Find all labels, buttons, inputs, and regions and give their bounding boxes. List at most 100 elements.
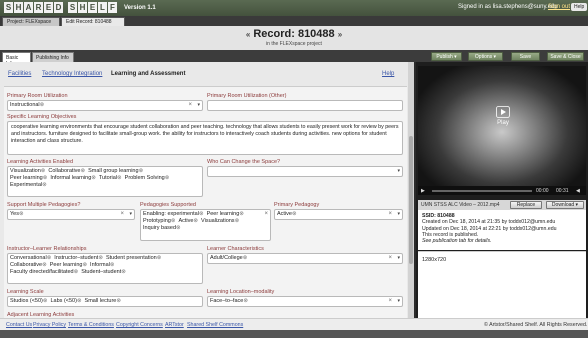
replace-button[interactable]: Replace [510,201,542,209]
section-help-link[interactable]: Help [382,71,394,77]
token-remove-icon[interactable]: ⊗ [116,298,121,304]
token-remove-icon[interactable]: ⊗ [77,298,82,304]
token: Inquiry based⊗ [143,225,181,231]
previous-record-arrow[interactable]: « [246,30,250,39]
field-label: Specific Learning Objectives [7,114,77,120]
chevron-down-icon[interactable]: ▾ [129,211,132,217]
video-preview[interactable]: Play [418,66,586,186]
footer-contact-link[interactable]: Contact Us [6,322,32,328]
token-remove-icon[interactable]: ⊗ [42,182,47,188]
token-remove-icon[interactable]: ⊗ [239,211,244,217]
learning-scale-select[interactable]: Studios (<50)⊗ Labs (<50)⊗ Small lecture⊗ [7,296,203,307]
record-metadata: SSID: 810488 Created on Dec 18, 2014 at … [418,210,586,250]
token-remove-icon[interactable]: ⊗ [243,255,248,261]
token-label: Active [178,218,194,224]
clear-icon[interactable]: × [120,211,124,217]
token-remove-icon[interactable]: ⊗ [165,175,170,181]
clear-icon[interactable]: × [388,211,392,217]
clear-icon[interactable]: × [388,298,392,304]
options-button[interactable]: Options ▾ [468,52,503,61]
nav-learning-assessment[interactable]: Learning and Assessment [111,71,185,77]
clear-icon[interactable]: × [264,211,268,217]
token-remove-icon[interactable]: ⊗ [117,175,122,181]
play-button[interactable]: Play [492,106,514,126]
token-remove-icon[interactable]: ⊗ [43,175,48,181]
token-remove-icon[interactable]: ⊗ [91,175,96,181]
chevron-down-icon[interactable]: ▾ [397,168,400,174]
pedagogies-supported-select[interactable]: Enabling: experimental⊗ Peer learning⊗ Pr… [140,209,271,241]
footer-artstor-link[interactable]: ARTstor [165,322,184,328]
token-remove-icon[interactable]: ⊗ [193,218,198,224]
token-remove-icon[interactable]: ⊗ [176,225,181,231]
video-progress[interactable] [432,190,532,192]
nav-facilities[interactable]: Facilities [8,71,31,77]
learning-location-select[interactable]: Face–to–face⊗ × ▾ [207,296,403,307]
tab-edit-record[interactable]: Edit Record: 810488 [61,17,125,26]
clear-icon[interactable]: × [188,102,192,108]
primary-pedagogy-select[interactable]: Active⊗ × ▾ [274,209,403,220]
token-remove-icon[interactable]: ⊗ [121,269,126,275]
token: Small lecture⊗ [85,298,121,304]
publish-button[interactable]: Publish ▾ [431,52,462,61]
multiple-pedagogies-select[interactable]: Yes⊗ × ▾ [7,209,135,220]
footer-terms-link[interactable]: Terms & Conditions [68,322,114,328]
token-remove-icon[interactable]: ⊗ [43,298,48,304]
download-button[interactable]: Download ▾ [546,201,584,209]
nav-technology-integration[interactable]: Technology Integration [42,71,102,77]
token-remove-icon[interactable]: ⊗ [98,255,103,261]
token-remove-icon[interactable]: ⊗ [243,298,248,304]
token: Peer learning⊗ [207,211,244,217]
token-remove-icon[interactable]: ⊗ [74,269,79,275]
token-remove-icon[interactable]: ⊗ [292,211,297,217]
who-can-change-select[interactable]: ▾ [207,166,403,177]
token-remove-icon[interactable]: ⊗ [139,168,144,174]
token-remove-icon[interactable]: ⊗ [110,262,115,268]
learner-characteristics-select[interactable]: Adult/College⊗ × ▾ [207,253,403,264]
token-remove-icon[interactable]: ⊗ [171,218,176,224]
footer-copyright-link[interactable]: Copyright Concerns [116,322,163,328]
token-remove-icon[interactable]: ⊗ [47,255,52,261]
play-icon [496,106,510,118]
instructor-learner-select[interactable]: Conversational⊗ Instructor–student⊗ Studen… [7,253,203,284]
token-remove-icon[interactable]: ⊗ [19,211,24,217]
token: Conversational⊗ [10,255,51,261]
chevron-down-icon[interactable]: ▾ [397,211,400,217]
help-button[interactable]: Help [571,3,588,11]
learning-objectives-textarea[interactable]: cooperative learning environments that e… [7,121,403,155]
record-subtitle: in the FLEXspace project [266,41,322,47]
footer-privacy-link[interactable]: Privacy Policy [33,322,66,328]
chevron-down-icon[interactable]: ▾ [397,255,400,261]
save-close-button[interactable]: Save & Close [547,52,584,61]
token-label: Informal [90,262,110,268]
primary-room-other-input[interactable] [207,100,403,111]
scrollbar-thumb[interactable] [409,136,413,264]
token-label: Enabling: experimental [143,211,199,217]
token-remove-icon[interactable]: ⊗ [40,102,45,108]
tab-project[interactable]: Project: FLEXspace [2,17,60,26]
learning-activities-select[interactable]: Visualization⊗ Collaborative⊗ Small group … [7,166,203,197]
token-remove-icon[interactable]: ⊗ [41,168,46,174]
next-record-arrow[interactable]: » [338,30,342,39]
token-remove-icon[interactable]: ⊗ [82,262,87,268]
token-label: Tutorial [98,175,118,181]
token: Visualizations⊗ [201,218,239,224]
token-remove-icon[interactable]: ⊗ [235,218,240,224]
volume-icon[interactable]: ◀ [576,188,580,194]
save-button[interactable]: Save [511,52,540,61]
chevron-down-icon[interactable]: ▾ [397,298,400,304]
token-remove-icon[interactable]: ⊗ [42,262,47,268]
token-remove-icon[interactable]: ⊗ [157,255,162,261]
sign-out-link[interactable]: Sign out [548,4,570,10]
token: Face–to–face⊗ [210,298,248,304]
logo-letter: H [14,2,23,13]
chevron-down-icon[interactable]: ▾ [197,102,200,108]
tab-publishing-info[interactable]: Publishing Info [32,52,74,62]
clear-icon[interactable]: × [388,255,392,261]
primary-room-utilization-select[interactable]: Instructional⊗ × ▾ [7,100,203,111]
tab-basic-info[interactable]: Basic Info [2,52,31,67]
play-control-icon[interactable]: ▶ [421,188,425,194]
token-remove-icon[interactable]: ⊗ [199,211,204,217]
token-remove-icon[interactable]: ⊗ [81,168,86,174]
footer-commons-link[interactable]: Shared Shelf Commons [187,322,243,328]
form-scrollbar[interactable] [408,62,414,318]
